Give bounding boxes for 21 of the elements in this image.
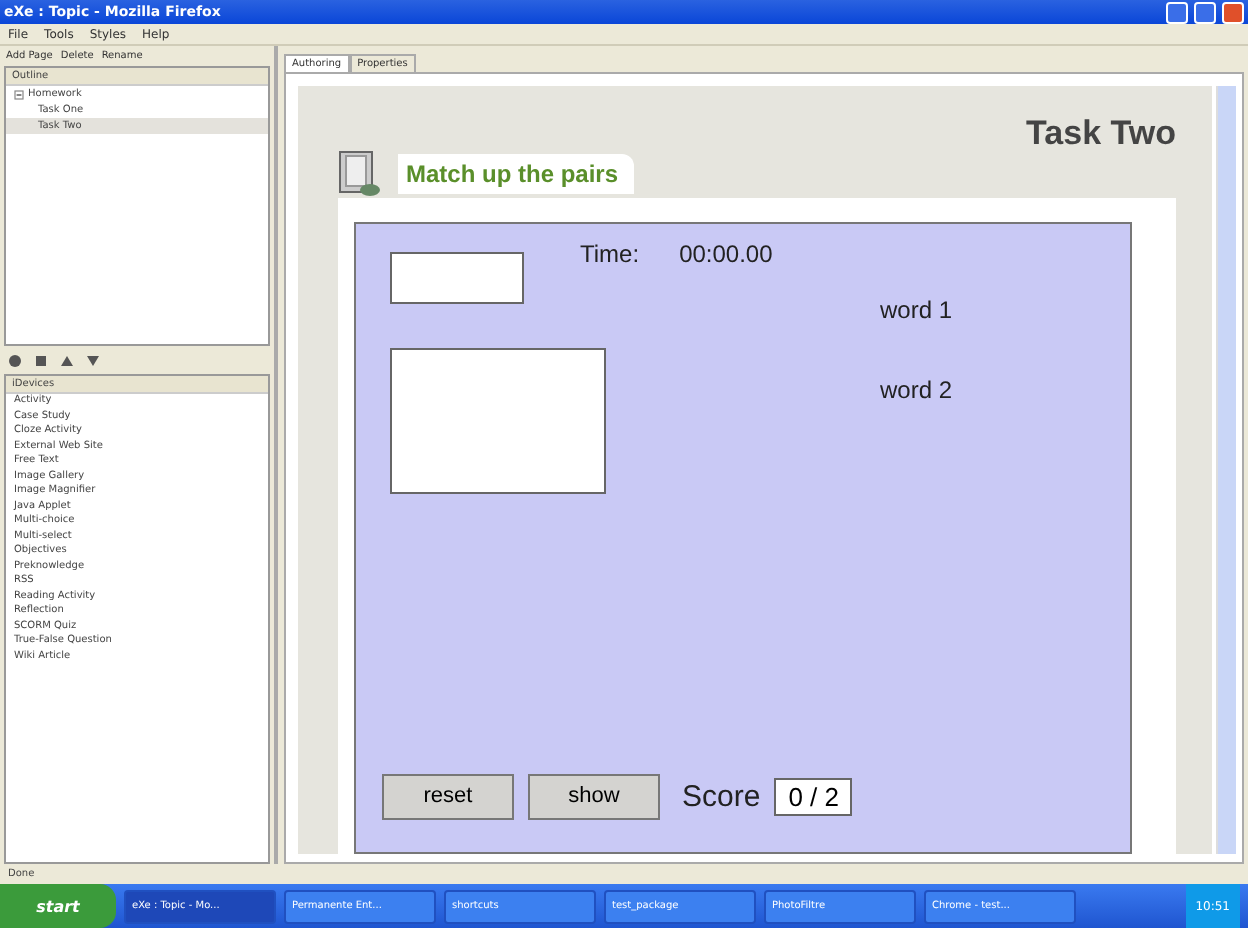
scrollbar[interactable] (1216, 86, 1236, 854)
down-arrow-icon[interactable] (86, 353, 100, 367)
time-label: Time: (580, 240, 640, 272)
word-label: word 1 (880, 296, 955, 324)
document-icon (338, 150, 382, 198)
score-value: 0 / 2 (774, 777, 853, 815)
answer-box[interactable] (390, 348, 606, 494)
start-button[interactable]: start (0, 884, 116, 928)
minimize-button[interactable] (1166, 1, 1188, 23)
input-field[interactable] (390, 252, 524, 304)
collapse-icon[interactable] (14, 89, 24, 99)
timer-value: 00:00.00 (679, 240, 773, 272)
action-button[interactable]: show (528, 773, 660, 819)
action-button[interactable]: reset (382, 773, 514, 819)
up-arrow-icon[interactable] (60, 353, 74, 367)
page-title: Task Two (1026, 114, 1176, 154)
score-label: Score (682, 779, 761, 813)
section-heading: Match up the pairs (398, 154, 635, 194)
maximize-button[interactable] (1194, 1, 1216, 23)
word-label: word 2 (880, 376, 955, 404)
close-button[interactable] (1222, 1, 1244, 23)
